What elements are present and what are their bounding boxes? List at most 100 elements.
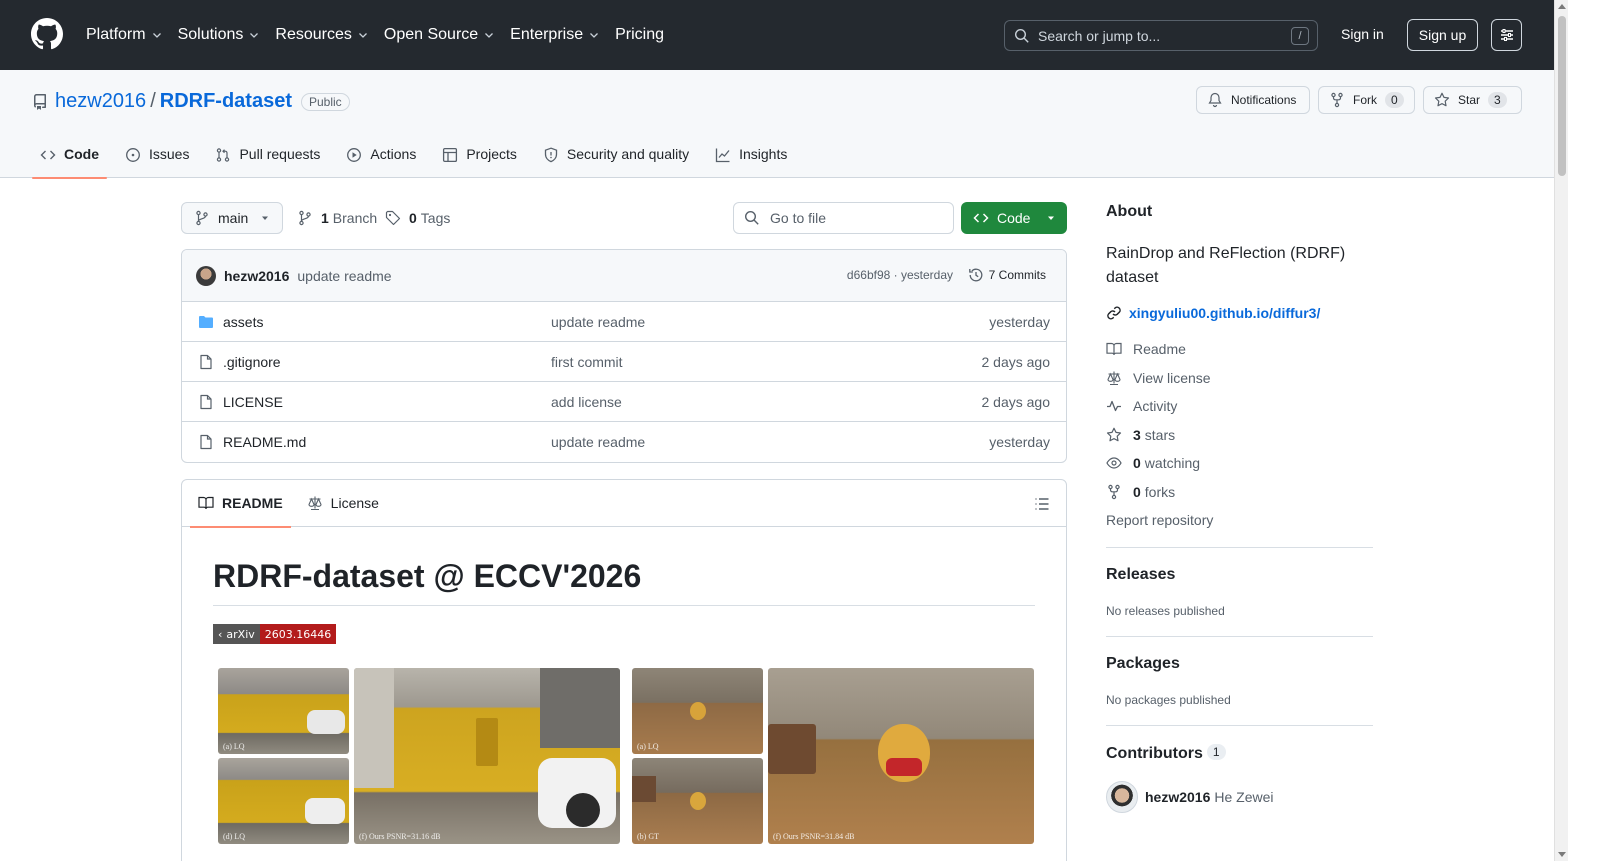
forks-label: forks — [1144, 484, 1176, 500]
repo-name-link[interactable]: RDRF-dataset — [160, 90, 292, 113]
nav-solutions[interactable]: Solutions — [178, 23, 261, 47]
tab-issues[interactable]: Issues — [117, 140, 197, 178]
file-commit-message[interactable]: add license — [551, 394, 622, 410]
avatar[interactable] — [196, 265, 216, 286]
table-of-contents-icon[interactable] — [1034, 496, 1050, 512]
repo-title: hezw2016 / RDRF-dataset Public — [32, 90, 350, 113]
github-logo-icon[interactable] — [31, 18, 63, 50]
forks-count: 0 — [1133, 484, 1141, 500]
scroll-thumb[interactable] — [1558, 16, 1566, 176]
tab-actions-label: Actions — [370, 146, 417, 162]
image-caption: (f) Ours PSNR=31.16 dB — [359, 832, 441, 841]
repo-forked-icon — [1331, 92, 1343, 108]
activity-link-label: Activity — [1133, 398, 1178, 414]
watching-label: watching — [1144, 455, 1201, 471]
forks-link[interactable]: 0 forks — [1106, 484, 1175, 500]
readme-tabs: README License — [182, 480, 1066, 528]
packages-heading-link[interactable]: Packages — [1106, 655, 1180, 673]
file-name-link[interactable]: LICENSE — [223, 394, 283, 410]
chevron-down-icon — [250, 33, 259, 38]
nav-enterprise[interactable]: Enterprise — [510, 23, 600, 47]
branch-select[interactable]: main — [181, 202, 283, 234]
releases-heading-link[interactable]: Releases — [1106, 566, 1175, 584]
readme-link[interactable]: Readme — [1106, 341, 1186, 357]
license-link[interactable]: View license — [1106, 370, 1211, 386]
bell-icon — [1208, 92, 1222, 108]
chair-shape — [632, 776, 656, 802]
file-commit-message[interactable]: update readme — [551, 314, 645, 330]
arxiv-badge-left-text: arXiv — [226, 627, 255, 641]
contributors-heading-link[interactable]: Contributors 1 — [1106, 744, 1226, 763]
scroll-down-arrow-icon[interactable] — [1558, 852, 1566, 857]
stars-link[interactable]: 3 stars — [1106, 427, 1175, 443]
arxiv-badge[interactable]: ‹ arXiv 2603.16446 — [213, 624, 337, 644]
file-name-link[interactable]: assets — [223, 314, 263, 330]
fork-label: Fork — [1353, 93, 1377, 107]
file-name-link[interactable]: README.md — [223, 434, 306, 450]
tab-pull-requests[interactable]: Pull requests — [207, 140, 328, 178]
homepage-link[interactable]: xingyuliu00.github.io/diffur3/ — [1106, 305, 1320, 321]
image-caption: (d) LQ — [223, 832, 245, 841]
activity-link[interactable]: Activity — [1106, 398, 1177, 414]
tab-actions[interactable]: Actions — [338, 140, 424, 178]
code-button-label: Code — [997, 210, 1031, 226]
tab-insights[interactable]: Insights — [707, 140, 795, 178]
tags-link[interactable]: 0 Tags — [385, 210, 450, 226]
file-commit-message[interactable]: first commit — [551, 354, 623, 370]
page-scrollbar[interactable] — [1554, 0, 1568, 861]
tab-projects[interactable]: Projects — [434, 140, 525, 178]
code-dropdown-button[interactable]: Code — [961, 202, 1067, 234]
commit-hash-time[interactable]: d66bf98 · yesterday — [847, 268, 953, 282]
contributor-item[interactable]: hezw2016 He Zewei — [1106, 781, 1274, 813]
nav-open-source[interactable]: Open Source — [384, 23, 495, 47]
file-icon — [200, 394, 212, 409]
star-button[interactable]: Star 3 — [1423, 86, 1522, 114]
tab-issues-label: Issues — [149, 146, 190, 162]
notifications-button[interactable]: Notifications — [1196, 86, 1310, 114]
fork-button[interactable]: Fork 0 — [1318, 86, 1415, 114]
commits-history-link[interactable]: 7 Commits — [968, 267, 1046, 283]
pulse-icon — [1107, 400, 1121, 412]
star-icon — [1106, 427, 1122, 442]
watchers-link[interactable]: 0 watching — [1106, 455, 1200, 471]
search-input[interactable]: Search or jump to... / — [1004, 20, 1318, 51]
file-row[interactable]: assets update readme yesterday — [182, 302, 1066, 342]
arxiv-badge-id: 2603.16446 — [259, 624, 337, 644]
file-name-link[interactable]: .gitignore — [223, 354, 281, 370]
nav-platform[interactable]: Platform — [86, 23, 163, 47]
tab-security[interactable]: Security and quality — [535, 140, 697, 178]
report-repository-link[interactable]: Report repository — [1106, 512, 1213, 528]
comparison-image-lq: (a) LQ — [632, 668, 763, 754]
scroll-up-arrow-icon[interactable] — [1558, 4, 1566, 9]
sign-up-button[interactable]: Sign up — [1407, 19, 1478, 51]
building-shape — [354, 668, 394, 788]
sliders-icon — [1500, 29, 1513, 41]
readme-link-label: Readme — [1133, 341, 1186, 357]
car-wheel-shape — [566, 793, 600, 827]
header-menu-button[interactable] — [1491, 19, 1522, 51]
global-nav: Platform Solutions Resources Open Source… — [86, 23, 679, 47]
file-browser: hezw2016 update readme d66bf98 · yesterd… — [181, 249, 1067, 463]
file-row[interactable]: README.md update readme yesterday — [182, 422, 1066, 462]
go-to-file-input[interactable]: Go to file — [733, 202, 954, 234]
nav-pricing[interactable]: Pricing — [615, 23, 664, 47]
search-placeholder: Search or jump to... — [1038, 27, 1161, 44]
file-row[interactable]: .gitignore first commit 2 days ago — [182, 342, 1066, 382]
tab-readme[interactable]: README — [190, 480, 291, 528]
image-caption: (a) LQ — [637, 742, 659, 751]
sign-in-link[interactable]: Sign in — [1341, 26, 1384, 42]
link-icon — [1107, 306, 1121, 320]
building-window-shape — [540, 668, 620, 748]
homepage-url: xingyuliu00.github.io/diffur3/ — [1129, 305, 1321, 321]
file-row[interactable]: LICENSE add license 2 days ago — [182, 382, 1066, 422]
file-commit-date: 2 days ago — [981, 393, 1051, 410]
branches-link[interactable]: 1 Branch — [297, 210, 377, 226]
repo-owner-link[interactable]: hezw2016 — [55, 90, 146, 113]
tab-license[interactable]: License — [299, 480, 387, 527]
file-commit-message[interactable]: update readme — [551, 434, 645, 450]
nav-resources[interactable]: Resources — [275, 23, 368, 47]
commit-message-link[interactable]: update readme — [297, 268, 391, 284]
commit-author-link[interactable]: hezw2016 — [224, 268, 289, 284]
tab-code[interactable]: Code — [32, 140, 107, 179]
repo-description: RainDrop and ReFlection (RDRF) dataset — [1106, 245, 1346, 286]
